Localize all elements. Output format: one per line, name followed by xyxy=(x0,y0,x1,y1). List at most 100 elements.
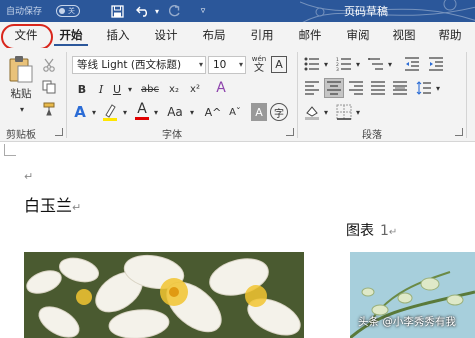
grow-font-button[interactable]: A^ xyxy=(204,102,222,122)
text-effects-button[interactable]: A xyxy=(72,102,88,122)
document-heading[interactable]: 白玉兰↵ xyxy=(24,192,81,216)
clipboard-group-label: 剪贴板 xyxy=(6,130,36,141)
strikethrough-button[interactable]: abc xyxy=(139,80,161,98)
shading-dropdown-icon[interactable]: ▾ xyxy=(322,104,330,120)
customize-qat-icon[interactable]: ▿ xyxy=(196,2,210,20)
numbering-dropdown-icon[interactable]: ▾ xyxy=(354,56,362,72)
cut-icon[interactable] xyxy=(40,56,58,74)
decrease-indent-icon[interactable] xyxy=(402,54,422,74)
heading-text: 白玉兰 xyxy=(24,196,73,215)
paragraph-mark: ↵ xyxy=(72,201,82,214)
bold-button[interactable]: B xyxy=(74,80,90,98)
bullets-dropdown-icon[interactable]: ▾ xyxy=(322,56,330,72)
font-name-select[interactable]: 等线 Light (西文标题) ▾ xyxy=(72,56,206,74)
save-icon[interactable] xyxy=(108,2,126,20)
chevron-down-icon: ▾ xyxy=(198,60,203,69)
tab-references[interactable]: 引用 xyxy=(244,22,280,48)
shrink-font-button[interactable]: Aˇ xyxy=(226,102,244,122)
increase-indent-icon[interactable] xyxy=(426,54,446,74)
font-name-value: 等线 Light (西文标题) xyxy=(77,59,182,71)
tab-layout[interactable]: 布局 xyxy=(196,22,232,48)
tab-view[interactable]: 视图 xyxy=(386,22,422,48)
font-color-button[interactable]: A xyxy=(134,100,150,122)
tab-mailings[interactable]: 邮件 xyxy=(292,22,328,48)
group-separator xyxy=(297,52,298,138)
superscript-button[interactable]: x² xyxy=(186,80,204,98)
ribbon-tabs: 文件 开始 插入 设计 布局 引用 邮件 审阅 视图 帮助 xyxy=(0,22,475,48)
font-launcher-icon[interactable] xyxy=(286,128,294,136)
svg-text:3: 3 xyxy=(336,67,339,71)
clear-formatting-button[interactable]: A xyxy=(212,78,230,98)
align-center-icon[interactable] xyxy=(324,78,344,98)
font-color-dropdown-icon[interactable]: ▾ xyxy=(151,104,161,120)
borders-dropdown-icon[interactable]: ▾ xyxy=(354,104,362,120)
paragraph-launcher-icon[interactable] xyxy=(455,128,463,136)
autosave-state: 关 xyxy=(68,7,75,15)
autosave-label: 自动保存 xyxy=(6,7,43,17)
watermark-text: 头条 @小李秀秀有我 xyxy=(358,316,456,328)
line-spacing-dropdown-icon[interactable]: ▾ xyxy=(434,80,442,96)
clipboard-launcher-icon[interactable] xyxy=(55,128,63,136)
text-effects-dropdown-icon[interactable]: ▾ xyxy=(89,104,99,120)
format-painter-icon[interactable] xyxy=(40,100,58,118)
character-shading-button[interactable]: A xyxy=(251,103,267,121)
undo-icon[interactable] xyxy=(134,2,152,20)
autosave-toggle[interactable]: 关 xyxy=(56,5,80,17)
phonetic-guide-char: 文 xyxy=(254,62,264,74)
document-page[interactable]: ↵ 白玉兰↵ 图表 1↵ xyxy=(0,142,475,338)
paragraph-mark: ↵ xyxy=(388,227,398,238)
change-case-dropdown-icon[interactable]: ▾ xyxy=(187,104,197,120)
change-case-button[interactable]: Aa xyxy=(164,102,186,122)
font-group-label: 字体 xyxy=(162,130,182,141)
paragraph-group-label: 段落 xyxy=(362,130,382,141)
redo-icon[interactable] xyxy=(166,2,184,20)
tab-home[interactable]: 开始 xyxy=(52,22,90,48)
copy-icon[interactable] xyxy=(40,78,58,96)
multilevel-list-icon[interactable] xyxy=(366,54,386,74)
tab-help[interactable]: 帮助 xyxy=(432,22,468,48)
caption-word: 图表 xyxy=(346,223,374,239)
character-border-button[interactable]: A xyxy=(271,56,287,73)
margin-corner-mark xyxy=(4,144,16,156)
undo-dropdown-icon[interactable]: ▾ xyxy=(152,2,162,20)
numbering-icon[interactable]: 123 xyxy=(334,54,354,74)
paste-dropdown-icon[interactable]: ▾ xyxy=(16,104,28,114)
shading-icon[interactable] xyxy=(302,102,322,122)
align-right-icon[interactable] xyxy=(346,78,366,98)
distributed-icon[interactable] xyxy=(390,78,410,98)
paste-icon[interactable] xyxy=(6,54,36,84)
tab-design[interactable]: 设计 xyxy=(148,22,184,48)
highlight-dropdown-icon[interactable]: ▾ xyxy=(120,104,130,120)
borders-icon[interactable] xyxy=(334,102,354,122)
chevron-down-icon: ▾ xyxy=(238,60,243,69)
underline-dropdown-icon[interactable]: ▾ xyxy=(125,80,135,98)
phonetic-guide-pinyin: wén xyxy=(251,54,267,63)
line-spacing-icon[interactable] xyxy=(414,78,434,98)
underline-button[interactable]: U xyxy=(110,80,124,98)
font-size-select[interactable]: 10 ▾ xyxy=(208,56,246,74)
caption-number: 1 xyxy=(380,223,389,239)
document-title: 页码草稿 xyxy=(344,5,388,18)
justify-icon[interactable] xyxy=(368,78,388,98)
font-color-swatch xyxy=(135,117,149,120)
paragraph-mark: ↵ xyxy=(24,170,34,183)
group-separator xyxy=(66,52,67,138)
multilevel-dropdown-icon[interactable]: ▾ xyxy=(386,56,394,72)
tab-review[interactable]: 审阅 xyxy=(340,22,376,48)
highlight-color-button[interactable] xyxy=(101,102,119,122)
group-separator xyxy=(466,52,467,138)
enclose-characters-button[interactable]: 字 xyxy=(270,103,288,121)
font-size-value: 10 xyxy=(213,59,227,71)
figure-caption[interactable]: 图表 1↵ xyxy=(346,220,397,240)
paste-button[interactable]: 粘贴 xyxy=(4,86,38,100)
ribbon: 粘贴 ▾ 剪贴板 等线 Light (西文标题) ▾ 10 ▾ wén 文 A B I… xyxy=(0,48,475,142)
phonetic-guide-button[interactable]: wén 文 xyxy=(250,54,268,74)
align-left-icon[interactable] xyxy=(302,78,322,98)
title-bar: 自动保存 关 ▾ ▿ 页码草稿 xyxy=(0,0,475,22)
tab-file[interactable]: 文件 xyxy=(4,22,48,48)
italic-button[interactable]: I xyxy=(94,80,108,98)
subscript-button[interactable]: x₂ xyxy=(165,80,183,98)
tab-insert[interactable]: 插入 xyxy=(100,22,136,48)
magnolia-photo-1[interactable] xyxy=(24,252,304,338)
bullets-icon[interactable] xyxy=(302,54,322,74)
